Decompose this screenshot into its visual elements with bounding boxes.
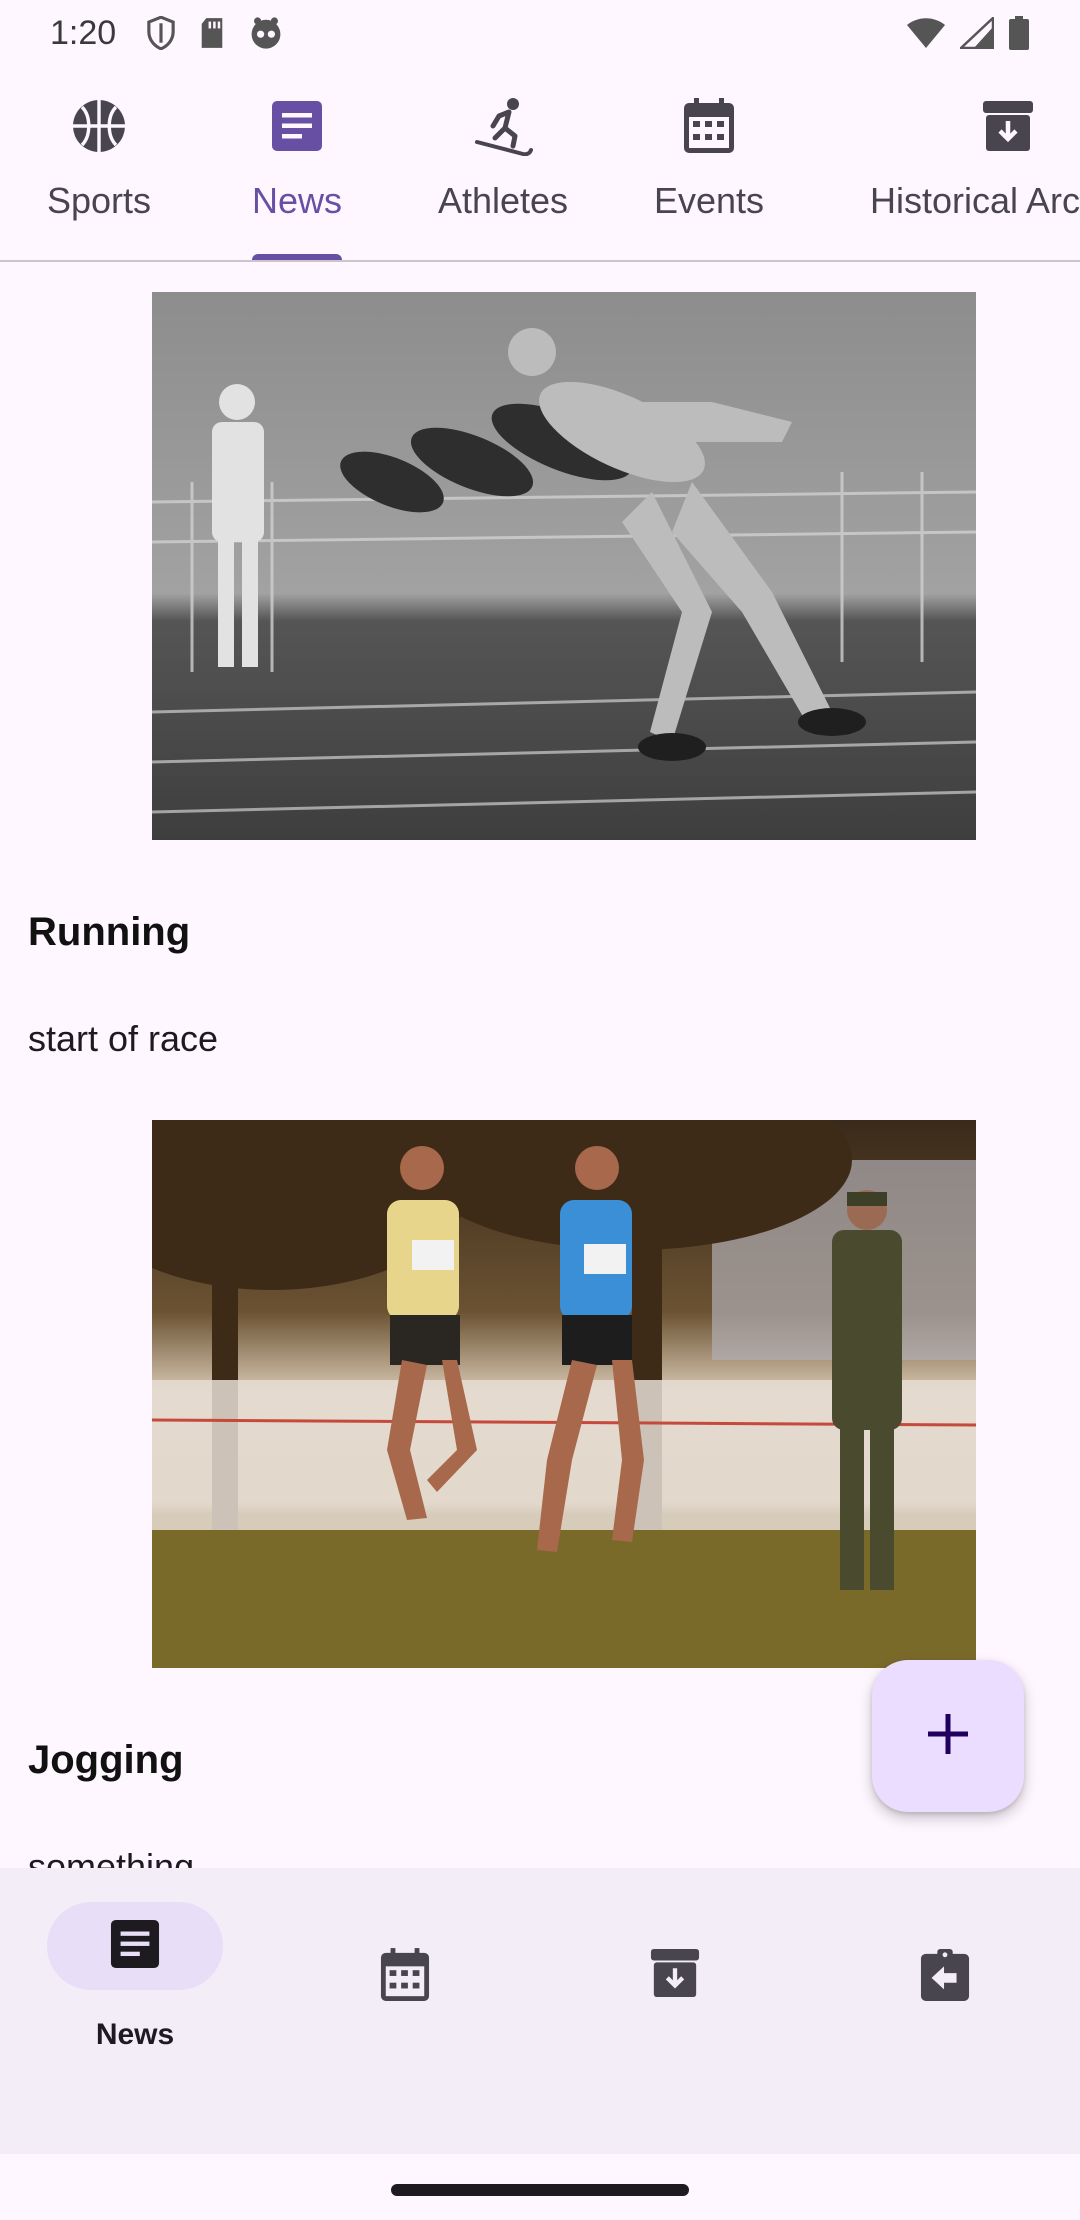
tab-historical-archive[interactable]: Historical Archive bbox=[808, 80, 1080, 260]
tab-athletes[interactable]: Athletes bbox=[396, 80, 610, 260]
news-image bbox=[152, 1120, 976, 1668]
tab-label: Sports bbox=[46, 180, 152, 221]
shield-icon bbox=[146, 16, 176, 50]
plus-icon bbox=[926, 1712, 970, 1761]
battery-icon bbox=[1008, 16, 1030, 50]
add-news-button[interactable] bbox=[872, 1660, 1024, 1812]
gesture-navigation-area bbox=[0, 2154, 1080, 2220]
nav-item-news[interactable]: News bbox=[0, 1868, 270, 2154]
news-feed[interactable]: Running start of race Jogging something bbox=[0, 264, 1080, 1868]
home-gesture-handle[interactable] bbox=[391, 2184, 689, 2196]
nav-item-archive[interactable] bbox=[540, 1868, 810, 2154]
status-time: 1:20 bbox=[50, 13, 117, 52]
basketball-icon bbox=[71, 98, 127, 154]
wifi-icon bbox=[906, 17, 946, 49]
status-bar: 1:20 bbox=[0, 0, 1080, 66]
cellular-signal-icon bbox=[960, 17, 994, 49]
archive-icon bbox=[650, 1948, 700, 2003]
nav-item-events[interactable] bbox=[270, 1868, 540, 2154]
article-icon bbox=[110, 1919, 160, 1974]
news-description: start of race bbox=[28, 1018, 219, 1059]
archive-icon bbox=[982, 98, 1034, 154]
assignment-return-icon bbox=[920, 1948, 970, 2007]
bottom-navigation-bar: News bbox=[0, 1868, 1080, 2154]
tab-label: Events bbox=[653, 180, 765, 221]
tab-label: Historical Archive bbox=[869, 180, 1080, 221]
nav-label: News bbox=[95, 2018, 175, 2051]
active-tab-indicator bbox=[252, 254, 342, 260]
tab-news[interactable]: News bbox=[198, 80, 396, 260]
tab-events[interactable]: Events bbox=[610, 80, 808, 260]
nav-active-indicator bbox=[47, 1902, 223, 1990]
nav-item-return[interactable] bbox=[810, 1868, 1080, 2154]
tab-sports[interactable]: Sports bbox=[0, 80, 198, 260]
article-icon bbox=[271, 98, 323, 154]
assistant-face-icon bbox=[248, 16, 284, 50]
sd-card-icon bbox=[198, 17, 226, 49]
top-tab-bar: Sports News Athletes Events Historical A… bbox=[0, 80, 1080, 262]
news-title: Jogging bbox=[28, 1738, 184, 1782]
news-title: Running bbox=[28, 910, 191, 954]
news-description: something bbox=[28, 1846, 195, 1868]
tab-label: Athletes bbox=[437, 180, 569, 221]
calendar-icon bbox=[683, 98, 735, 154]
news-card[interactable]: Running start of race bbox=[0, 292, 1080, 1092]
calendar-icon bbox=[380, 1948, 430, 2007]
tab-label: News bbox=[251, 180, 343, 221]
skier-icon bbox=[473, 98, 533, 156]
news-image bbox=[152, 292, 976, 840]
